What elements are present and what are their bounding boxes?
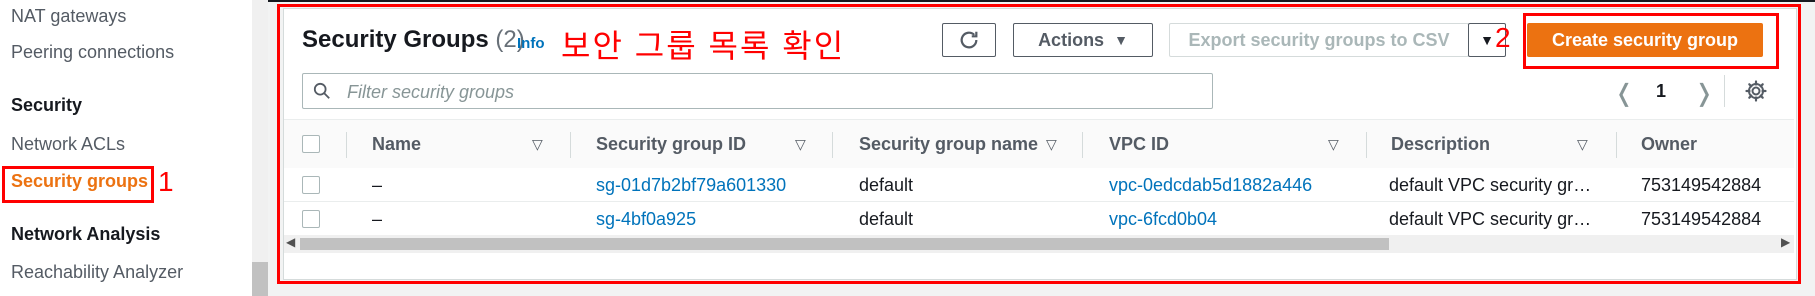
sidebar-scrollbar-thumb[interactable] (252, 262, 268, 296)
annotation-box-1 (2, 166, 154, 203)
annotation-marker-2: 2 (1495, 22, 1511, 53)
sidebar-section-network-analysis: Network Analysis (11, 224, 161, 244)
sidebar-item-peering-connections[interactable]: Peering connections (11, 42, 174, 63)
sidebar-scrollbar[interactable] (252, 0, 268, 296)
sidebar-item-network-acls[interactable]: Network ACLs (11, 134, 125, 155)
annotation-marker-1: 1 (158, 166, 174, 197)
sidebar-item-reachability-analyzer[interactable]: Reachability Analyzer (11, 262, 183, 283)
top-border (0, 0, 1815, 2)
sidebar-item-nat-gateways[interactable]: NAT gateways (11, 6, 126, 27)
annotation-box-2 (1523, 13, 1779, 69)
sidebar: NAT gateways Peering connections Securit… (0, 0, 253, 296)
sidebar-section-security: Security (11, 95, 83, 115)
